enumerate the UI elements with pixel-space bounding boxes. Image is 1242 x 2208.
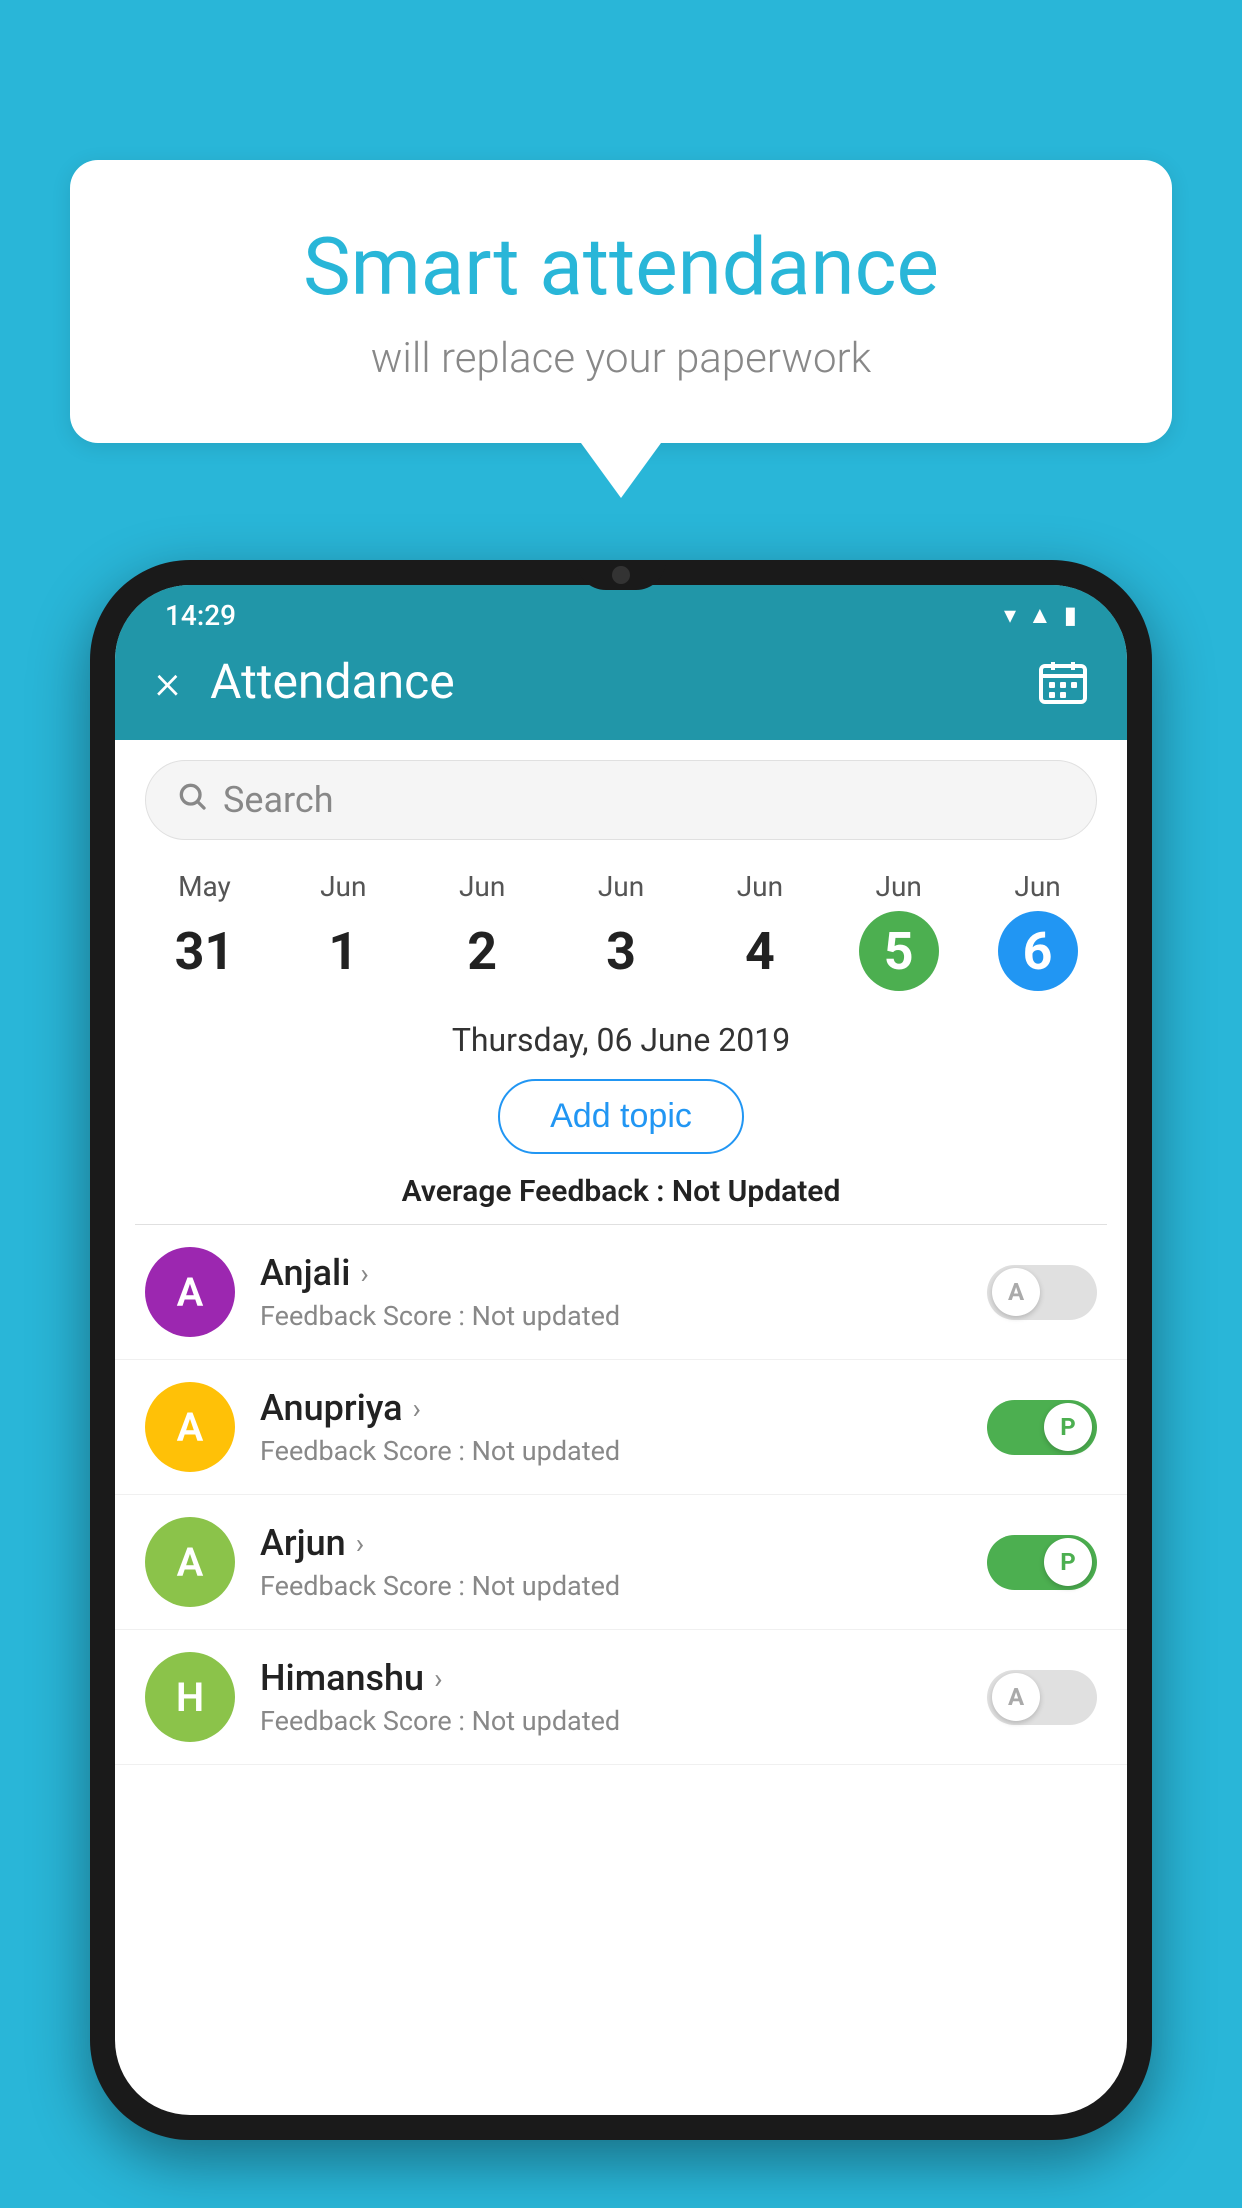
wifi-icon: ▾ <box>1004 601 1016 629</box>
phone-container: 14:29 ▾ ▲ ▮ × Attendance <box>90 560 1152 2208</box>
status-icons: ▾ ▲ ▮ <box>1004 601 1077 630</box>
student-info-arjun: Arjun › Feedback Score : Not updated <box>260 1522 962 1602</box>
add-topic-button[interactable]: Add topic <box>498 1079 744 1154</box>
feedback-anjali: Feedback Score : Not updated <box>260 1300 962 1332</box>
avatar-arjun: A <box>145 1517 235 1607</box>
student-name-arjun: Arjun <box>260 1522 346 1564</box>
date-item-1[interactable]: Jun 1 <box>274 870 413 991</box>
calendar-icon-button[interactable] <box>1039 660 1087 715</box>
chevron-right-icon: › <box>434 1662 442 1695</box>
app-header: 14:29 ▾ ▲ ▮ × Attendance <box>115 585 1127 740</box>
toggle-anjali[interactable]: A <box>987 1265 1097 1320</box>
date-picker: May 31 Jun 1 Jun 2 Jun 3 Jun 4 <box>115 860 1127 1001</box>
student-name-anupriya: Anupriya <box>260 1387 403 1429</box>
student-item-himanshu[interactable]: H Himanshu › Feedback Score : Not update… <box>115 1630 1127 1765</box>
header-left: × Attendance <box>155 653 455 715</box>
student-item-arjun[interactable]: A Arjun › Feedback Score : Not updated P <box>115 1495 1127 1630</box>
chevron-right-icon: › <box>360 1257 368 1290</box>
toggle-knob-himanshu: A <box>992 1673 1040 1721</box>
student-item-anjali[interactable]: A Anjali › Feedback Score : Not updated … <box>115 1225 1127 1360</box>
date-item-3[interactable]: Jun 3 <box>552 870 691 991</box>
date-item-6[interactable]: Jun 6 <box>968 870 1107 991</box>
bubble-subtitle: will replace your paperwork <box>150 334 1092 383</box>
student-name-himanshu: Himanshu <box>260 1657 424 1699</box>
toggle-knob-anjali: A <box>992 1268 1040 1316</box>
toggle-anupriya[interactable]: P <box>987 1400 1097 1455</box>
close-button[interactable]: × <box>155 658 180 706</box>
signal-icon: ▲ <box>1028 601 1052 630</box>
status-time: 14:29 <box>165 599 236 632</box>
camera-dot <box>612 566 630 584</box>
speech-bubble-container: Smart attendance will replace your paper… <box>70 160 1172 498</box>
feedback-himanshu: Feedback Score : Not updated <box>260 1705 962 1737</box>
search-bar[interactable]: Search <box>145 760 1097 840</box>
chevron-right-icon: › <box>356 1527 364 1560</box>
average-feedback: Average Feedback : Not Updated <box>115 1174 1127 1209</box>
phone-screen: 14:29 ▾ ▲ ▮ × Attendance <box>115 585 1127 2115</box>
student-info-anjali: Anjali › Feedback Score : Not updated <box>260 1252 962 1332</box>
phone-frame: 14:29 ▾ ▲ ▮ × Attendance <box>90 560 1152 2140</box>
student-list: A Anjali › Feedback Score : Not updated … <box>115 1225 1127 1765</box>
avatar-himanshu: H <box>145 1652 235 1742</box>
toggle-arjun[interactable]: P <box>987 1535 1097 1590</box>
avatar-anjali: A <box>145 1247 235 1337</box>
avatar-anupriya: A <box>145 1382 235 1472</box>
date-item-0[interactable]: May 31 <box>135 870 274 991</box>
feedback-anupriya: Feedback Score : Not updated <box>260 1435 962 1467</box>
battery-icon: ▮ <box>1064 601 1077 629</box>
bubble-title: Smart attendance <box>150 220 1092 314</box>
toggle-knob-anupriya: P <box>1044 1403 1092 1451</box>
search-icon <box>176 779 208 821</box>
student-info-anupriya: Anupriya › Feedback Score : Not updated <box>260 1387 962 1467</box>
student-item-anupriya[interactable]: A Anupriya › Feedback Score : Not update… <box>115 1360 1127 1495</box>
date-item-4[interactable]: Jun 4 <box>690 870 829 991</box>
header-title: Attendance <box>210 653 455 710</box>
search-placeholder: Search <box>223 779 334 821</box>
selected-date-label: Thursday, 06 June 2019 <box>115 1001 1127 1074</box>
student-info-himanshu: Himanshu › Feedback Score : Not updated <box>260 1657 962 1737</box>
date-item-5[interactable]: Jun 5 <box>829 870 968 991</box>
toggle-knob-arjun: P <box>1044 1538 1092 1586</box>
chevron-right-icon: › <box>413 1392 421 1425</box>
feedback-arjun: Feedback Score : Not updated <box>260 1570 962 1602</box>
status-bar: 14:29 ▾ ▲ ▮ <box>115 585 1127 645</box>
student-name-anjali: Anjali <box>260 1252 350 1294</box>
date-item-2[interactable]: Jun 2 <box>413 870 552 991</box>
speech-bubble: Smart attendance will replace your paper… <box>70 160 1172 443</box>
toggle-himanshu[interactable]: A <box>987 1670 1097 1725</box>
speech-bubble-arrow <box>581 443 661 498</box>
